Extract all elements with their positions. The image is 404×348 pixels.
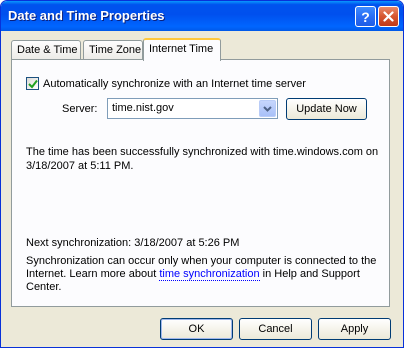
date-time-properties-dialog: Date and Time Properties ? Date & Time T…: [0, 0, 404, 348]
server-combobox[interactable]: time.nist.gov: [107, 98, 278, 119]
title-bar[interactable]: Date and Time Properties ?: [1, 1, 403, 31]
help-icon: ?: [361, 8, 370, 25]
checkmark-icon: [28, 79, 38, 89]
sync-status-message: The time has been successfully synchroni…: [26, 146, 379, 172]
close-button[interactable]: [378, 6, 399, 27]
server-value: time.nist.gov: [112, 102, 174, 114]
next-sync-text: Next synchronization: 3/18/2007 at 5:26 …: [26, 237, 240, 249]
help-button[interactable]: ?: [355, 6, 376, 27]
apply-button[interactable]: Apply: [318, 318, 391, 340]
tab-time-zone[interactable]: Time Zone: [83, 40, 143, 60]
cancel-button[interactable]: Cancel: [239, 318, 312, 340]
internet-time-panel: Automatically synchronize with an Intern…: [11, 59, 390, 307]
server-label: Server:: [62, 103, 98, 115]
chevron-down-icon: [263, 105, 272, 112]
time-sync-help-link[interactable]: time synchronization: [159, 268, 260, 281]
close-icon: [383, 11, 394, 22]
window-title: Date and Time Properties: [8, 8, 165, 23]
auto-sync-checkbox[interactable]: [26, 77, 39, 90]
ok-button[interactable]: OK: [160, 318, 233, 340]
sync-info-text: Synchronization can occur only when your…: [26, 255, 386, 294]
auto-sync-label: Automatically synchronize with an Intern…: [43, 77, 306, 90]
tab-internet-time[interactable]: Internet Time: [143, 38, 221, 61]
update-now-button[interactable]: Update Now: [286, 98, 367, 120]
auto-sync-row[interactable]: Automatically synchronize with an Intern…: [26, 77, 306, 90]
tab-date-time[interactable]: Date & Time: [11, 40, 81, 60]
server-dropdown-button[interactable]: [259, 100, 276, 117]
